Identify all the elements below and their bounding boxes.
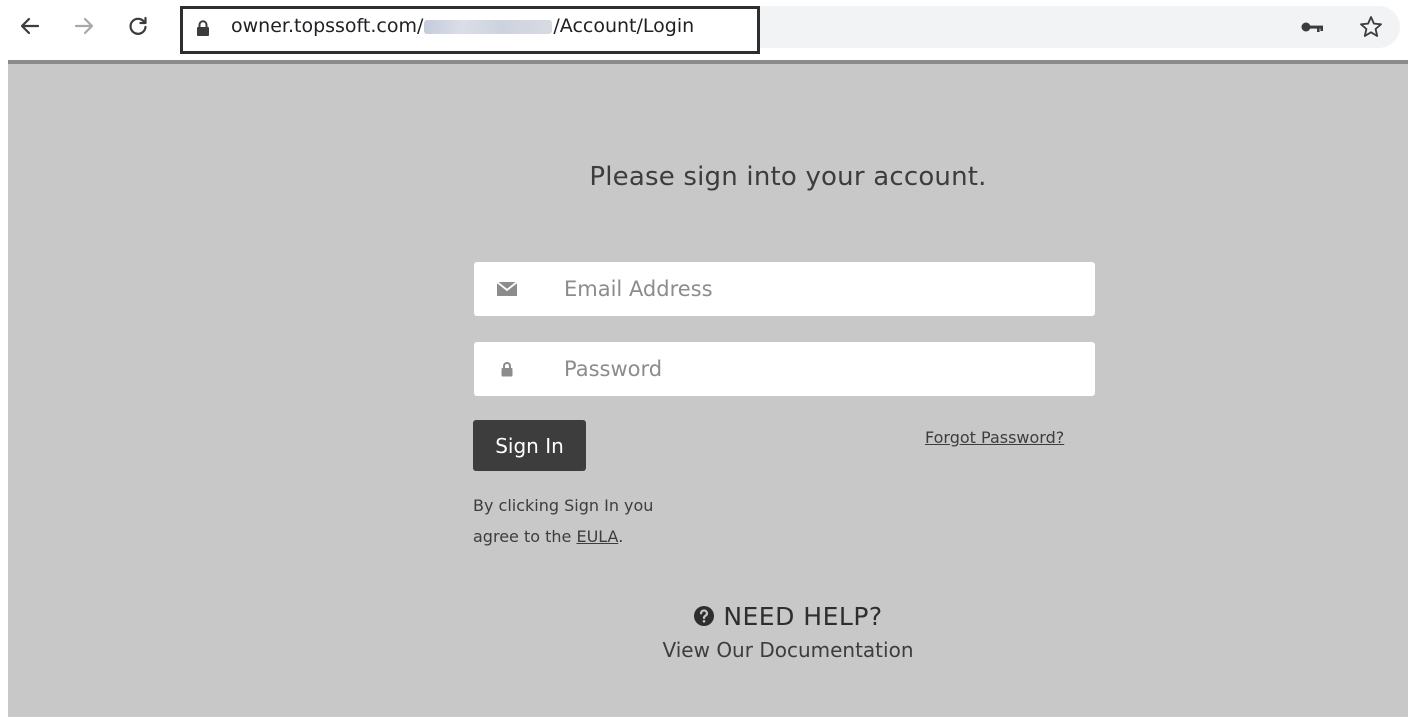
- documentation-link[interactable]: View Our Documentation: [473, 638, 1103, 662]
- forward-button[interactable]: [70, 12, 98, 40]
- page-title: Please sign into your account.: [589, 162, 987, 192]
- need-help-heading: NEED HELP?: [473, 602, 1103, 631]
- url-suffix: /Account/Login: [553, 15, 695, 37]
- password-field-container[interactable]: [474, 342, 1095, 396]
- reload-button[interactable]: [124, 12, 152, 40]
- need-help-text: NEED HELP?: [723, 602, 883, 631]
- lock-icon: [496, 359, 518, 379]
- lock-icon: [197, 20, 209, 36]
- arrow-left-icon: [20, 17, 40, 35]
- question-circle-icon: [694, 606, 715, 626]
- browser-toolbar: owner.topssoft.com/ /Account/Login: [0, 0, 1414, 60]
- envelope-icon: [496, 279, 518, 299]
- arrow-right-icon: [74, 17, 94, 35]
- legal-line-1: By clicking Sign In you: [473, 496, 654, 515]
- legal-line-2: agree to the EULA.: [473, 521, 653, 552]
- email-input[interactable]: [564, 262, 1074, 316]
- reload-icon: [129, 16, 147, 35]
- star-icon[interactable]: [1358, 14, 1384, 40]
- url-text[interactable]: owner.topssoft.com/ /Account/Login: [231, 15, 694, 37]
- key-icon[interactable]: [1300, 17, 1326, 37]
- sign-in-button[interactable]: Sign In: [473, 420, 586, 471]
- login-page: Please sign into your account. Sign In F…: [8, 64, 1408, 717]
- legal-notice: By clicking Sign In you agree to the EUL…: [473, 490, 653, 552]
- password-input[interactable]: [564, 342, 1074, 396]
- back-button[interactable]: [16, 12, 44, 40]
- legal-line-2-prefix: agree to the: [473, 527, 577, 546]
- eula-link[interactable]: EULA: [576, 527, 618, 546]
- email-field-container[interactable]: [474, 262, 1095, 316]
- url-prefix: owner.topssoft.com/: [231, 15, 424, 37]
- legal-line-2-suffix: .: [618, 527, 624, 546]
- forgot-password-link[interactable]: Forgot Password?: [925, 428, 1064, 447]
- url-redacted-segment: [424, 19, 553, 34]
